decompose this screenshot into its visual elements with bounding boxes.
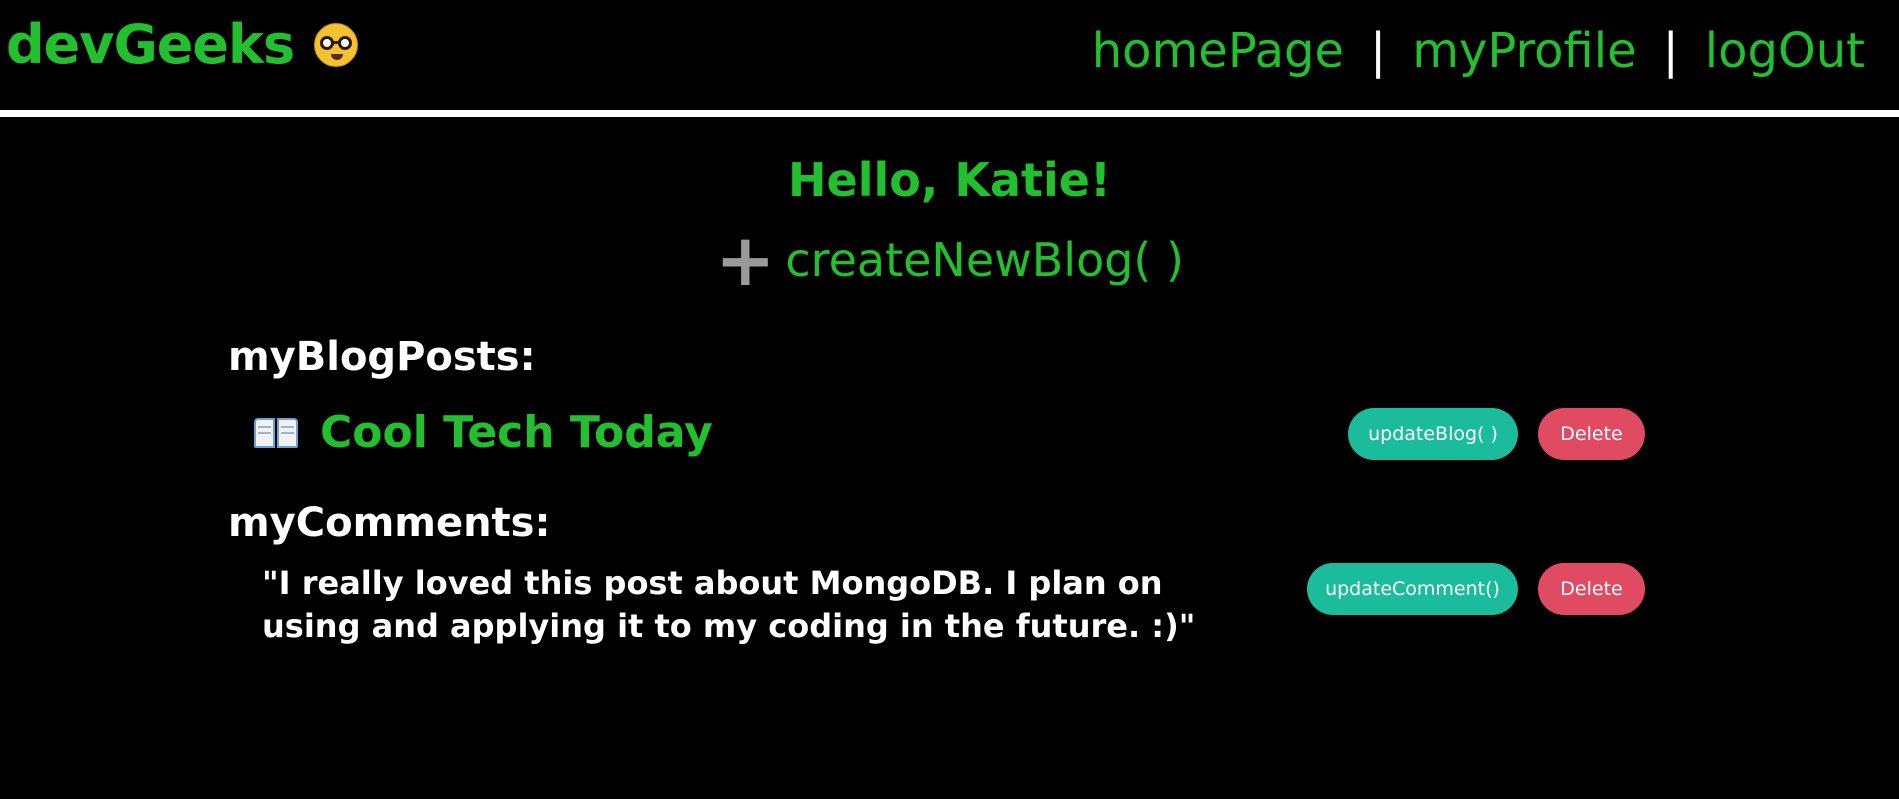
update-blog-button[interactable]: updateBlog( ) — [1348, 408, 1518, 460]
nav-logout-link[interactable]: logOut — [1705, 16, 1865, 86]
nav-home-link[interactable]: homePage — [1092, 16, 1344, 86]
delete-blog-button[interactable]: Delete — [1538, 408, 1645, 460]
blog-post-title-link[interactable]: Cool Tech Today — [320, 403, 713, 463]
header-divider — [0, 110, 1899, 117]
nav-profile-link[interactable]: myProfile — [1412, 16, 1636, 86]
create-new-blog-link[interactable]: createNewBlog( ) — [785, 230, 1184, 290]
plus-icon[interactable]: + — [715, 224, 775, 296]
delete-comment-button[interactable]: Delete — [1538, 563, 1645, 615]
brand[interactable]: devGeeks — [6, 10, 359, 80]
open-book-icon — [254, 416, 300, 448]
nav-separator: | — [1370, 23, 1387, 79]
create-blog-row[interactable]: + createNewBlog( ) — [0, 224, 1899, 296]
nerd-face-icon — [314, 23, 359, 67]
comments-heading: myComments: — [228, 500, 551, 546]
nav-separator: | — [1662, 23, 1679, 79]
header: devGeeks homePage | myProfile | logOut — [0, 0, 1899, 110]
blog-posts-heading: myBlogPosts: — [228, 334, 536, 380]
brand-name: devGeeks — [6, 13, 295, 76]
update-comment-button[interactable]: updateComment() — [1307, 563, 1518, 615]
page: devGeeks homePage | myProfile | logOut H… — [0, 0, 1899, 799]
comment-text: "I really loved this post about MongoDB.… — [262, 564, 1196, 645]
greeting: Hello, Katie! — [788, 153, 1111, 207]
top-nav: homePage | myProfile | logOut — [1092, 16, 1865, 86]
